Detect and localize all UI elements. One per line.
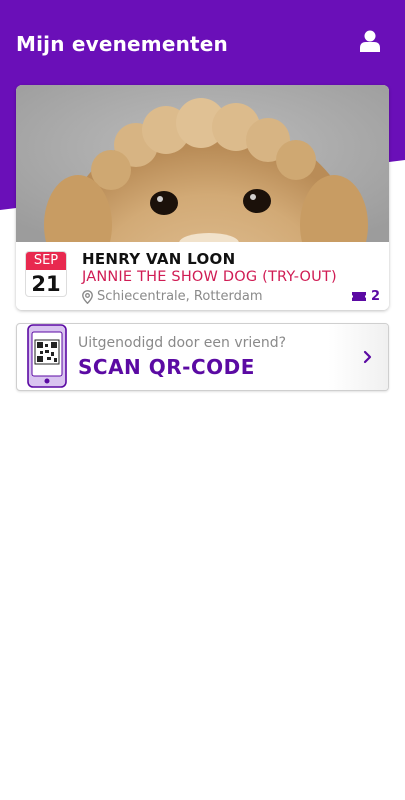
event-card[interactable]: SEP 21 HENRY VAN LOON JANNIE THE SHOW DO… — [16, 85, 389, 310]
event-artist: HENRY VAN LOON — [82, 250, 236, 268]
event-show-title: JANNIE THE SHOW DOG (TRY-OUT) — [82, 269, 337, 285]
invite-prompt: Uitgenodigd door een vriend? — [78, 335, 287, 351]
dog-photo — [16, 85, 389, 242]
event-venue: Schiecentrale, Rotterdam — [82, 289, 263, 304]
page-title: Mijn evenementen — [16, 32, 228, 56]
profile-button[interactable] — [355, 26, 385, 56]
event-day: 21 — [31, 272, 61, 296]
ticket-count: 2 — [370, 289, 380, 304]
venue-label: Schiecentrale, Rotterdam — [97, 289, 263, 304]
user-icon — [360, 30, 380, 52]
scan-qr-card[interactable]: Uitgenodigd door een vriend? SCAN QR-COD… — [16, 323, 389, 391]
scan-qr-label: SCAN QR-CODE — [78, 355, 255, 379]
event-info: SEP 21 HENRY VAN LOON JANNIE THE SHOW DO… — [16, 242, 389, 310]
date-badge: SEP 21 — [25, 251, 67, 297]
ticket-icon — [351, 292, 366, 301]
event-month: SEP — [26, 252, 66, 270]
event-image — [16, 85, 389, 242]
phone-qr-icon — [27, 324, 67, 388]
location-pin-icon — [82, 289, 93, 304]
chevron-right-icon — [358, 346, 378, 368]
ticket-count-badge: 2 — [351, 289, 380, 304]
